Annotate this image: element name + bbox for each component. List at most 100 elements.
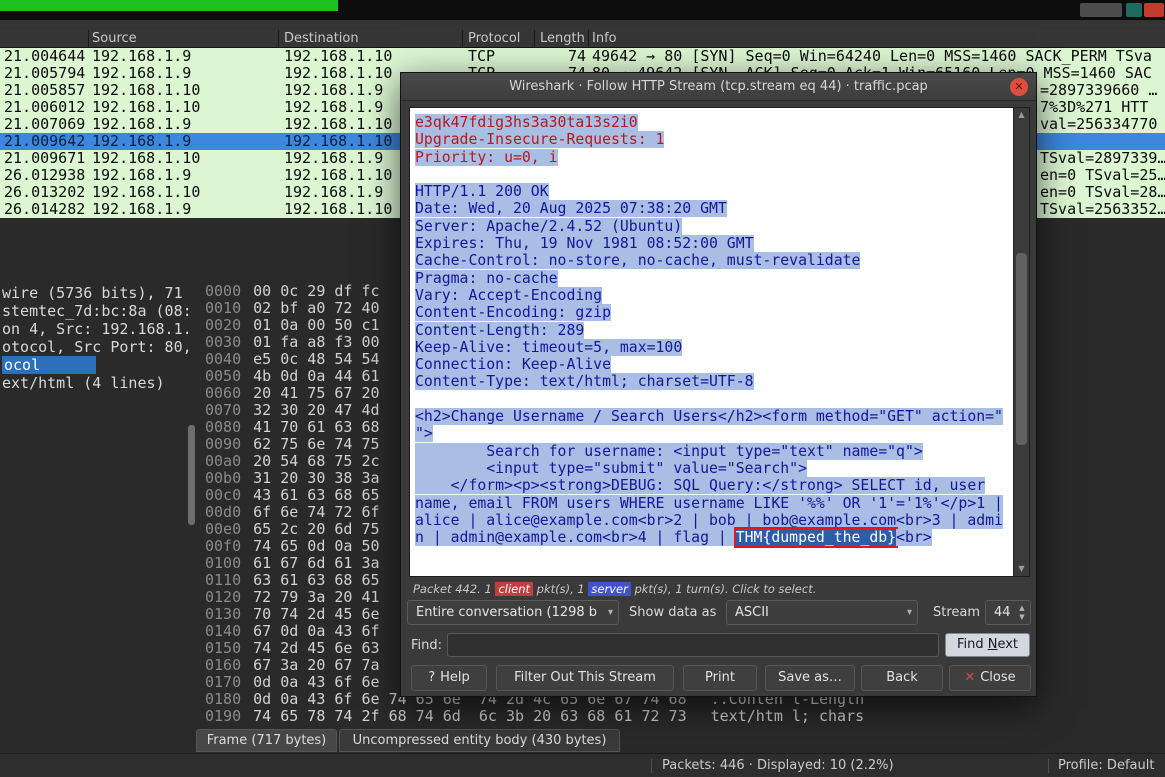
find-next-button[interactable]: Find Next [945,633,1030,657]
titlebar-button-gray[interactable] [1080,3,1122,17]
details-line[interactable]: stemtec_7d:bc:8a (08: [2,302,192,320]
show-data-as-dropdown[interactable]: ASCII ▾ [726,600,918,625]
dialog-close-button[interactable]: ✕ [1010,78,1028,96]
stream-line: Content-Type: text/html; charset=UTF-8 [415,373,1012,391]
stream-line [415,166,1012,183]
hex-row[interactable]: 0000 00 0c 29 df fc [205,283,380,300]
column-separator[interactable] [462,30,463,48]
close-button[interactable]: ✕ Close [949,665,1031,691]
packet-list-header[interactable]: Source Destination Protocol Length Info [0,30,1165,48]
cell-source: 192.168.1.10 [92,81,201,99]
column-separator[interactable] [278,30,279,48]
cell-source: 192.168.1.9 [92,64,192,82]
packet-details-pane[interactable]: wire (5736 bits), 71 stemtec_7d:bc:8a (08… [2,284,198,394]
hex-row[interactable]: 0030 01 fa a8 f3 00 [205,334,380,351]
spinner-down-arrow[interactable]: ▼ [1016,613,1028,622]
hex-row[interactable]: 00b0 31 20 30 38 3a [205,470,380,487]
hex-row[interactable]: 0010 02 bf a0 72 40 [205,300,380,317]
stream-text-area[interactable]: e3qk47fdig3hs3a30ta13s2i0 Upgrade-Insecur… [409,107,1030,577]
hex-bytes: 32 30 20 47 4d [253,401,380,419]
hex-row[interactable]: 0160 67 3a 20 67 7a [205,657,380,674]
hex-offset: 0130 [205,605,242,623]
scroll-up-arrow[interactable]: ▲ [1014,109,1029,121]
stream-line: Pragma: no-cache [415,269,1012,287]
hex-bytes: 0d 0a 43 6f 6e [253,673,380,691]
hex-row[interactable]: 0110 63 61 63 68 65 [205,572,380,589]
details-line[interactable]: wire (5736 bits), 71 [2,284,183,302]
column-separator[interactable] [88,30,89,48]
stream-text: <br> [896,529,932,547]
spinner-up-arrow[interactable]: ▲ [1016,604,1028,613]
print-button[interactable]: Print [683,665,757,691]
hex-row[interactable]: 0170 0d 0a 43 6f 6e [205,674,380,691]
details-line[interactable]: ext/html (4 lines) [2,374,165,392]
hex-row[interactable]: 0040 e5 0c 48 54 54 [205,351,380,368]
hex-offset: 0190 [205,707,242,725]
details-line[interactable]: otocol, Src Port: 80, [2,338,192,356]
status-profile[interactable]: Profile: Default [1058,758,1154,773]
chevron-down-icon: ▾ [607,607,613,618]
stream-scrollbar[interactable]: ▲ ▼ [1013,108,1029,576]
details-line[interactable]: on 4, Src: 192.168.1. [2,320,192,338]
stream-text: Content-Encoding: gzip [415,304,611,322]
cell-source: 192.168.1.9 [92,166,192,184]
button-label: Close [980,670,1016,685]
tab-uncompressed-entity-body[interactable]: Uncompressed entity body (430 bytes) [339,729,620,752]
stream-text: </form><p><strong>DEBUG: SQL Query:</str… [415,477,986,495]
hex-row[interactable]: 00a0 20 54 68 75 2c [205,453,380,470]
back-button[interactable]: Back [861,665,943,691]
hex-row[interactable]: 00f0 74 65 0d 0a 50 [205,538,380,555]
find-input[interactable] [447,633,939,657]
details-scrollbar[interactable] [188,425,195,525]
hex-row[interactable]: 0070 32 30 20 47 4d [205,402,380,419]
titlebar-close-button[interactable] [1144,3,1164,17]
hex-row[interactable]: 0190 74 65 78 74 2f 68 74 6d 6c 3b 20 63 … [205,708,864,725]
cell-time: 26.013202 [4,183,86,201]
hex-bytes: 65 2c 20 6d 75 [253,520,380,538]
column-separator[interactable] [588,30,589,48]
column-separator[interactable] [534,30,535,48]
tab-frame[interactable]: Frame (717 bytes) [196,729,337,752]
packet-row[interactable]: 21.004644 192.168.1.9 192.168.1.10 TCP 49642… [0,48,1165,65]
scroll-down-arrow[interactable]: ▼ [1014,563,1029,575]
hex-row[interactable]: 0120 72 79 3a 20 41 [205,589,380,606]
hex-row[interactable]: 0100 61 67 6d 61 3a [205,555,380,572]
cell-protocol: TCP [468,47,496,65]
stream-text: Search for username: <input type="text" … [415,442,923,460]
stream-line: Priority: u=0, i [415,148,1012,166]
close-icon: ✕ [964,670,976,685]
hex-row[interactable]: 0020 01 0a 00 50 c1 [205,317,380,334]
hex-row[interactable]: 0050 4b 0d 0a 44 61 [205,368,380,385]
hex-row[interactable]: 0090 62 75 6e 74 75 [205,436,380,453]
hex-row[interactable]: 0130 70 74 2d 45 6e [205,606,380,623]
stream-text: Priority: u=0, i [415,148,558,166]
hex-bytes: 62 75 6e 74 75 [253,435,380,453]
conversation-dropdown[interactable]: Entire conversation (1298 b ▾ [407,600,619,625]
save-as-button[interactable]: Save as… [765,665,855,691]
column-header-info[interactable]: Info [592,31,617,47]
help-button[interactable]: ? Help [411,665,487,691]
column-header-length[interactable]: Length [540,31,585,47]
stream-text: Cache-Control: no-store, no-cache, must-… [415,252,861,270]
scroll-thumb[interactable] [1016,253,1027,445]
stream-number-spinner[interactable]: 44 ▲ ▼ [985,600,1031,625]
filter-out-stream-button[interactable]: Filter Out This Stream [496,665,674,691]
stream-line: Connection: Keep-Alive [415,356,1012,374]
column-header-protocol[interactable]: Protocol [468,31,520,47]
details-line[interactable]: ocol [2,356,97,374]
hex-row[interactable]: 00d0 6f 6e 74 72 6f [205,504,380,521]
column-header-source[interactable]: Source [92,31,137,47]
hex-row[interactable]: 0060 20 41 75 67 20 [205,385,380,402]
hex-row[interactable]: 0140 67 0d 0a 43 6f [205,623,380,640]
stream-text: e3qk47fdig3hs3a30ta13s2i0 [415,114,638,131]
hex-row[interactable]: 0080 41 70 61 63 68 [205,419,380,436]
hex-row[interactable]: 0150 74 2d 45 6e 63 [205,640,380,657]
hex-bytes: 67 0d 0a 43 6f [253,622,380,640]
hex-row[interactable]: 00c0 43 61 63 68 65 [205,487,380,504]
hex-offset: 0160 [205,656,242,674]
titlebar-button-teal[interactable] [1126,3,1142,17]
column-header-destination[interactable]: Destination [284,31,359,47]
dialog-titlebar[interactable]: Wireshark · Follow HTTP Stream (tcp.stre… [401,73,1036,101]
hex-row[interactable]: 00e0 65 2c 20 6d 75 [205,521,380,538]
hex-offset: 0180 [205,690,242,708]
